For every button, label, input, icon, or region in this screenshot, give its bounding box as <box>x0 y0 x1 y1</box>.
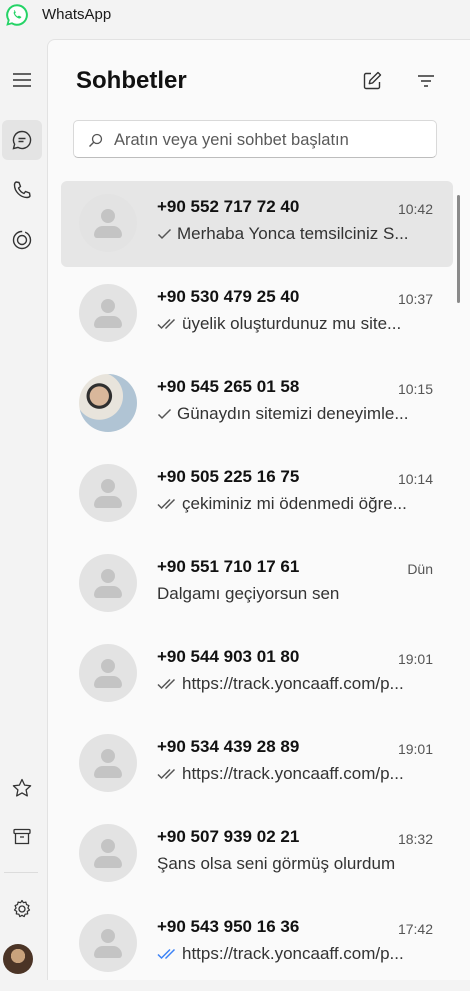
chat-list-item[interactable]: +90 544 903 01 80 19:01 https://track.yonc… <box>61 631 453 717</box>
rail-divider <box>4 872 38 873</box>
chat-preview-text: Günaydın sitemizi deneyimle... <box>177 404 409 423</box>
calls-icon <box>13 181 31 199</box>
chat-list-item[interactable]: +90 545 265 01 58 10:15 Günaydın sitemizi … <box>61 361 453 447</box>
settings-button[interactable] <box>2 889 42 929</box>
page-title: Sohbetler <box>76 67 187 94</box>
default-avatar-icon <box>79 824 137 882</box>
chat-list-item[interactable]: +90 505 225 16 75 10:14 çekiminiz mi ödenm… <box>61 451 453 537</box>
chat-name: +90 507 939 02 21 <box>157 827 300 846</box>
chat-preview: çekiminiz mi ödenmedi öğre... <box>157 494 415 514</box>
chat-preview: Şans olsa seni görmüş olurdum <box>157 854 415 874</box>
default-avatar-icon <box>79 734 137 792</box>
chat-preview-text: https://track.yoncaaff.com/p... <box>182 674 404 693</box>
status-button[interactable] <box>2 220 42 260</box>
chat-time: 10:14 <box>397 471 433 487</box>
profile-avatar[interactable] <box>3 944 33 974</box>
chat-preview-text: çekiminiz mi ödenmedi öğre... <box>182 494 407 513</box>
contact-photo-avatar <box>79 374 137 432</box>
new-chat-button[interactable] <box>359 68 385 94</box>
filter-button[interactable] <box>413 68 439 94</box>
chat-time: 17:42 <box>397 921 433 937</box>
default-avatar-icon <box>79 644 137 702</box>
chat-preview: Günaydın sitemizi deneyimle... <box>157 404 415 424</box>
chat-name: +90 543 950 16 36 <box>157 917 300 936</box>
archive-icon <box>13 828 31 845</box>
chat-preview-text: Dalgamı geçiyorsun sen <box>157 584 340 603</box>
chat-list-item[interactable]: +90 552 717 72 40 10:42 Merhaba Yonca tems… <box>61 181 453 267</box>
chat-preview: Dalgamı geçiyorsun sen <box>157 584 415 604</box>
default-avatar-icon <box>79 464 137 522</box>
chat-name: +90 544 903 01 80 <box>157 647 300 666</box>
chat-name: +90 505 225 16 75 <box>157 467 300 486</box>
chats-icon <box>12 130 32 150</box>
chat-name: +90 545 265 01 58 <box>157 377 300 396</box>
chat-name: +90 552 717 72 40 <box>157 197 300 216</box>
chat-preview: üyelik oluşturdunuz mu site... <box>157 314 415 334</box>
chat-preview: https://track.yoncaaff.com/p... <box>157 764 415 784</box>
chat-time: 10:37 <box>397 291 433 307</box>
menu-button[interactable] <box>2 60 42 100</box>
settings-icon <box>13 899 31 918</box>
chat-preview: https://track.yoncaaff.com/p... <box>157 944 415 964</box>
scrollbar[interactable] <box>457 195 460 303</box>
calls-button[interactable] <box>2 170 42 210</box>
chat-time: 10:15 <box>397 381 433 397</box>
default-avatar-icon <box>79 284 137 342</box>
compose-icon <box>363 71 382 90</box>
status-icon <box>12 230 32 250</box>
chats-panel: Sohbetler +90 552 717 72 40 10:42 Merhaba … <box>47 39 470 980</box>
title-bar: WhatsApp <box>0 0 470 34</box>
default-avatar-icon <box>79 554 137 612</box>
starred-button[interactable] <box>2 768 42 808</box>
whatsapp-logo-icon <box>6 4 28 26</box>
search-icon <box>89 133 103 147</box>
chat-list-item[interactable]: +90 530 479 25 40 10:37 üyelik oluşturdunu… <box>61 271 453 357</box>
chat-list-item[interactable]: +90 551 710 17 61 Dün Dalgamı geçiyorsun s… <box>61 541 453 627</box>
chat-preview-text: Merhaba Yonca temsilciniz S... <box>177 224 409 243</box>
chat-time: 18:32 <box>397 831 433 847</box>
default-avatar-icon <box>79 914 137 972</box>
search-box[interactable] <box>73 120 437 158</box>
chat-name: +90 530 479 25 40 <box>157 287 300 306</box>
single-tick-icon <box>157 408 172 420</box>
chat-list-item[interactable]: +90 543 950 16 36 17:42 https://track.yonc… <box>61 901 453 987</box>
chat-time: 19:01 <box>397 741 433 757</box>
double-tick-icon <box>157 318 177 330</box>
chat-list-item[interactable]: +90 507 939 02 21 18:32 Şans olsa seni gör… <box>61 811 453 897</box>
chat-time: 10:42 <box>397 201 433 217</box>
search-input[interactable] <box>112 128 426 152</box>
app-title: WhatsApp <box>42 6 112 23</box>
chat-preview-text: üyelik oluşturdunuz mu site... <box>182 314 402 333</box>
chats-button[interactable] <box>2 120 42 160</box>
read-ticks-icon <box>157 948 177 960</box>
chat-preview: Merhaba Yonca temsilciniz S... <box>157 224 415 244</box>
chat-time: 19:01 <box>397 651 433 667</box>
filter-icon <box>418 75 434 87</box>
double-tick-icon <box>157 678 177 690</box>
chat-list: +90 552 717 72 40 10:42 Merhaba Yonca tems… <box>61 181 453 991</box>
starred-icon <box>12 778 32 797</box>
chat-time: Dün <box>407 561 433 577</box>
chat-preview-text: Şans olsa seni görmüş olurdum <box>157 854 396 873</box>
menu-icon <box>13 73 31 87</box>
chat-list-item[interactable]: +90 534 439 28 89 19:01 https://track.yonc… <box>61 721 453 807</box>
archive-button[interactable] <box>2 817 42 857</box>
double-tick-icon <box>157 768 177 780</box>
chat-name: +90 534 439 28 89 <box>157 737 300 756</box>
chat-preview-text: https://track.yoncaaff.com/p... <box>182 944 404 963</box>
navigation-rail <box>0 34 47 979</box>
default-avatar-icon <box>79 194 137 252</box>
double-tick-icon <box>157 498 177 510</box>
chat-preview: https://track.yoncaaff.com/p... <box>157 674 415 694</box>
chat-preview-text: https://track.yoncaaff.com/p... <box>182 764 404 783</box>
single-tick-icon <box>157 228 172 240</box>
chat-name: +90 551 710 17 61 <box>157 557 300 576</box>
